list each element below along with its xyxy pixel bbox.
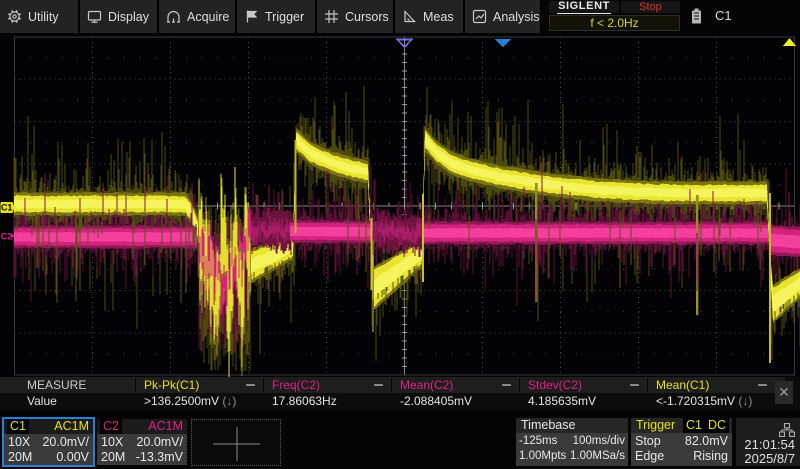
svg-text:C1: C1	[1, 203, 13, 213]
svg-text:C2: C2	[1, 232, 13, 242]
